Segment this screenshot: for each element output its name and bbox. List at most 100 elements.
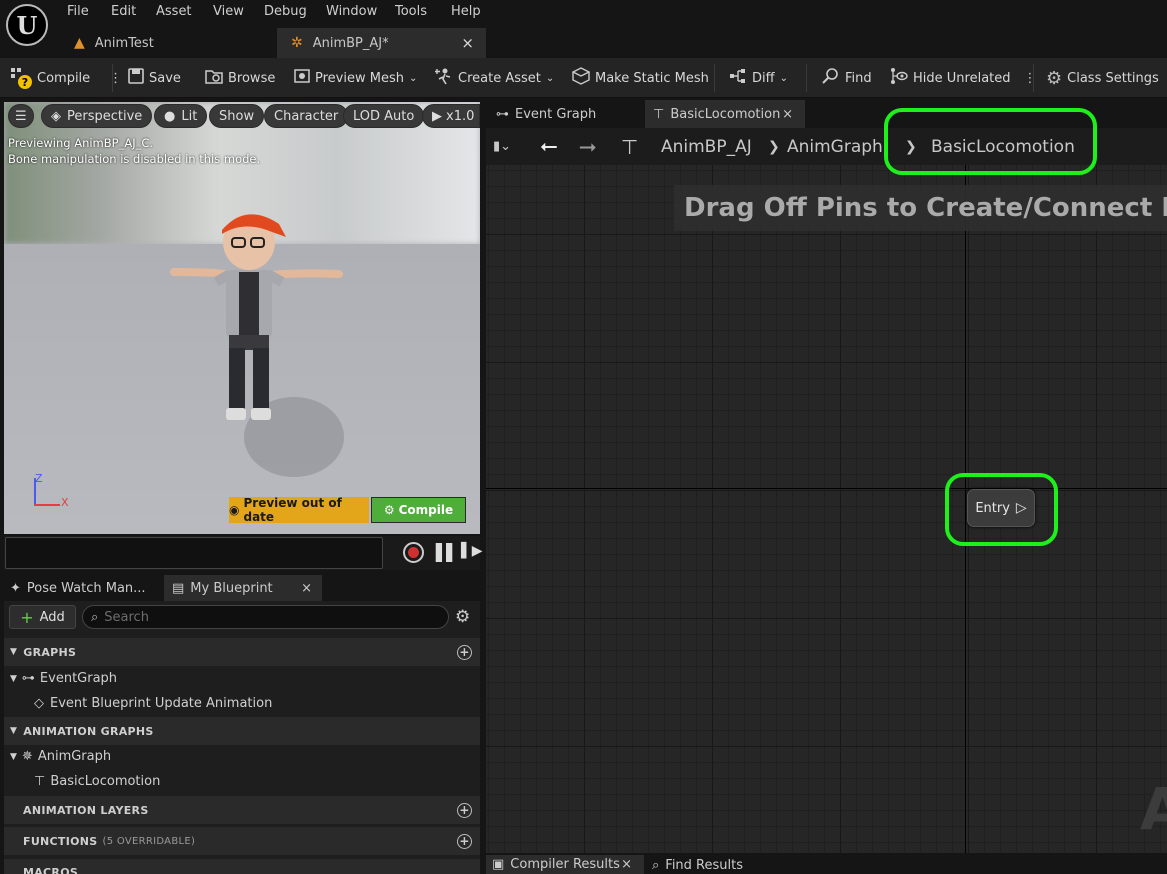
doc-tab-animtest[interactable]: ▲ AnimTest	[60, 28, 276, 58]
close-icon[interactable]: ×	[621, 857, 632, 872]
add-function-icon[interactable]: +	[457, 833, 472, 849]
preview-mesh-button[interactable]: Preview Mesh ⌄	[294, 58, 417, 98]
save-icon	[128, 68, 144, 88]
section-label: MACROS	[23, 866, 79, 874]
menu-debug[interactable]: Debug	[264, 4, 307, 19]
tab-label: Event Graph	[515, 106, 597, 122]
add-graph-icon[interactable]: +	[457, 644, 472, 660]
timeline-scrub-field[interactable]	[5, 537, 383, 569]
menu-window[interactable]: Window	[326, 4, 377, 19]
speed-label: x1.0	[446, 108, 475, 124]
gear-icon: ⚙	[383, 503, 395, 517]
tab-compiler-results[interactable]: ▣ Compiler Results ×	[486, 855, 644, 874]
tab-my-blueprint[interactable]: ▤ My Blueprint ×	[164, 575, 322, 601]
preview-viewport[interactable]: Z X	[4, 102, 480, 534]
browse-button[interactable]: Browse	[205, 58, 275, 98]
menu-help[interactable]: Help	[451, 4, 481, 19]
perspective-button[interactable]: ◈ Perspective	[41, 104, 153, 128]
menu-asset[interactable]: Asset	[156, 4, 192, 19]
menu-edit[interactable]: Edit	[111, 4, 136, 19]
mesh-icon	[294, 68, 310, 88]
create-asset-label: Create Asset	[458, 70, 541, 86]
graph-origin-x-axis	[486, 488, 1167, 489]
plus-icon: +	[20, 607, 34, 627]
close-icon[interactable]: ×	[301, 581, 312, 596]
section-label: FUNCTIONS	[23, 834, 98, 848]
viewport-compile-button[interactable]: ⚙ Compile	[371, 497, 466, 523]
graph-canvas[interactable]	[486, 165, 1167, 853]
running-figure-icon: ✵	[21, 749, 33, 764]
toolbar-separator	[1033, 64, 1034, 92]
close-icon[interactable]: ×	[782, 107, 793, 122]
bone-manipulation-label: Bone manipulation is disabled in this mo…	[8, 152, 261, 166]
create-asset-button[interactable]: Create Asset ⌄	[435, 58, 554, 98]
unreal-logo-icon[interactable]: U	[6, 4, 48, 46]
section-macros[interactable]: MACROS	[4, 859, 480, 874]
close-icon[interactable]: ×	[461, 34, 474, 52]
diff-button[interactable]: Diff ⌄	[729, 58, 788, 98]
viewport-menu-button[interactable]: ☰	[8, 104, 34, 128]
arrow-right-icon: ⭢	[579, 134, 597, 159]
tree-item-basiclocomotion[interactable]: ⊤ BasicLocomotion	[4, 769, 480, 794]
tree-item-eventgraph[interactable]: ▼ ⊶ EventGraph	[4, 666, 480, 691]
tab-pose-watch-manager[interactable]: ✦ Pose Watch Man...	[10, 576, 146, 600]
compile-button[interactable]: ? Compile ⋮	[10, 58, 122, 98]
lit-label: Lit	[181, 108, 198, 124]
tab-event-graph[interactable]: ⊶ Event Graph	[488, 100, 644, 128]
add-button[interactable]: + Add	[9, 605, 76, 629]
playback-speed-button[interactable]: ▶ x1.0	[422, 104, 480, 128]
chevron-down-icon: ⌄	[779, 72, 788, 84]
section-graphs[interactable]: ▼ GRAPHS +	[4, 638, 480, 666]
menu-view[interactable]: View	[213, 4, 244, 19]
settings-gear-icon[interactable]: ⚙	[455, 607, 470, 627]
search-input[interactable]	[104, 609, 425, 625]
graph-watermark: A	[1140, 775, 1167, 843]
step-forward-button[interactable]: ▌▶	[461, 543, 483, 559]
bookmark-button[interactable]: ▮⌄	[493, 128, 511, 165]
back-button[interactable]: ⭠	[540, 128, 558, 165]
doc-tab-label: AnimBP_AJ*	[312, 35, 389, 51]
pause-button[interactable]: ▌▌	[436, 543, 459, 562]
hide-unrelated-button[interactable]: Hide Unrelated ⋮	[890, 58, 1037, 98]
toolbar-separator	[714, 64, 715, 92]
tree-item-label: BasicLocomotion	[50, 774, 161, 789]
tab-label: BasicLocomotion	[670, 106, 781, 122]
section-functions[interactable]: FUNCTIONS (5 OVERRIDABLE) +	[4, 827, 480, 855]
record-button[interactable]	[403, 542, 424, 563]
tab-label: My Blueprint	[190, 580, 273, 596]
find-label: Find	[845, 70, 872, 86]
lit-button[interactable]: ● Lit	[154, 104, 208, 128]
chevron-down-icon: ⌄	[545, 72, 555, 84]
save-button[interactable]: Save	[128, 58, 181, 98]
find-button[interactable]: Find	[822, 58, 872, 98]
state-machine-icon: ⊤	[621, 134, 639, 159]
hide-unrelated-label: Hide Unrelated	[913, 70, 1011, 86]
doc-tab-animbp[interactable]: ✲ AnimBP_AJ* ×	[277, 28, 486, 58]
section-animation-layers[interactable]: ANIMATION LAYERS +	[4, 796, 480, 824]
make-static-mesh-button[interactable]: Make Static Mesh	[571, 58, 709, 98]
breadcrumb-animgraph[interactable]: AnimGraph	[787, 128, 883, 165]
tab-basic-locomotion[interactable]: ⊤ BasicLocomotion ×	[645, 100, 805, 128]
add-layer-icon[interactable]: +	[457, 802, 472, 818]
menu-file[interactable]: File	[67, 4, 89, 19]
lod-button[interactable]: LOD Auto	[343, 104, 425, 128]
forward-button[interactable]: ⭢	[579, 128, 597, 165]
search-field[interactable]: ⌕	[82, 605, 449, 629]
breadcrumb-animbp[interactable]: AnimBP_AJ	[661, 128, 752, 165]
tab-label: Find Results	[665, 857, 743, 873]
section-animation-graphs[interactable]: ▼ ANIMATION GRAPHS	[4, 717, 480, 745]
find-icon	[822, 67, 840, 89]
tree-item-animgraph[interactable]: ▼ ✵ AnimGraph	[4, 744, 480, 769]
breadcrumb-highlight-box	[884, 108, 1097, 175]
menu-tools[interactable]: Tools	[395, 4, 427, 19]
tree-item-event-update[interactable]: ◇ Event Blueprint Update Animation	[4, 691, 480, 716]
character-button[interactable]: Character	[264, 104, 349, 128]
tab-find-results[interactable]: ⌕ Find Results	[652, 856, 743, 874]
tree-item-label: EventGraph	[39, 671, 118, 686]
more-options-icon[interactable]: ⋮	[1024, 71, 1037, 86]
show-button[interactable]: Show	[209, 104, 265, 128]
section-label: GRAPHS	[23, 645, 77, 659]
tree-item-label: AnimGraph	[37, 749, 112, 764]
class-settings-button[interactable]: ⚙ Class Settings	[1046, 58, 1159, 98]
tree-item-label: Event Blueprint Update Animation	[50, 696, 273, 711]
